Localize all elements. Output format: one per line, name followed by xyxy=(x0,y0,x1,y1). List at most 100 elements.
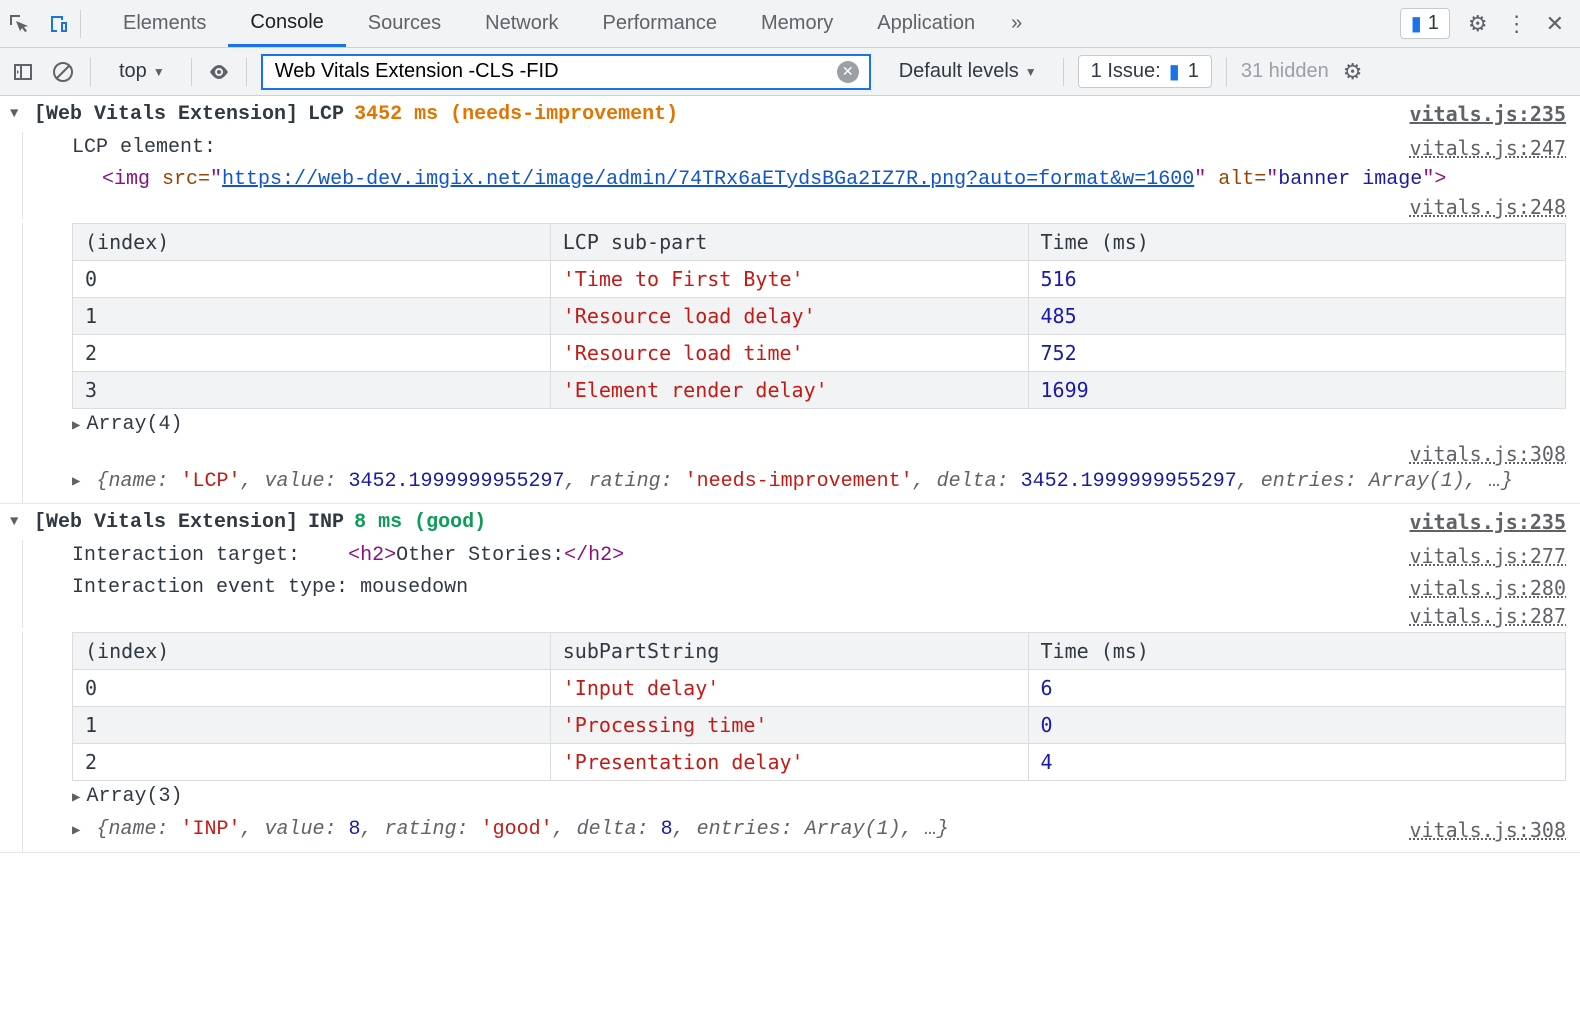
lcp-img-alt: banner image xyxy=(1278,168,1422,191)
th-subpart[interactable]: subPartString xyxy=(550,633,1028,670)
table-row: 0'Input delay'6 xyxy=(73,670,1566,707)
th-subpart[interactable]: LCP sub-part xyxy=(550,224,1028,261)
log-entry-table-src-inp: vitals.js:287 xyxy=(0,604,1580,628)
log-label: LCP element: xyxy=(72,136,216,159)
expand-arrow-icon[interactable]: ▶ xyxy=(72,418,80,434)
messages-badge[interactable]: ▮ 1 xyxy=(1400,8,1450,39)
group-metric-value: 8 ms (good) xyxy=(354,511,486,534)
issues-count: 1 xyxy=(1188,60,1199,83)
chat-icon: ▮ xyxy=(1169,59,1180,84)
log-entry-lcp-object[interactable]: ▶ {name: 'LCP', value: 3452.199999995529… xyxy=(0,466,1580,503)
chevron-down-icon: ▼ xyxy=(1025,65,1037,79)
inspect-icon[interactable] xyxy=(6,12,32,36)
disclosure-triangle-icon[interactable]: ▼ xyxy=(10,106,24,122)
hidden-count[interactable]: 31 hidden xyxy=(1241,60,1329,83)
source-link[interactable]: vitals.js:280 xyxy=(1409,576,1566,600)
th-time[interactable]: Time (ms) xyxy=(1028,224,1566,261)
source-link[interactable]: vitals.js:308 xyxy=(1409,818,1566,842)
console-settings-icon[interactable]: ⚙ xyxy=(1343,59,1363,85)
tab-elements[interactable]: Elements xyxy=(101,0,228,47)
group-header-lcp[interactable]: ▼ [Web Vitals Extension] LCP 3452 ms (ne… xyxy=(0,96,1580,132)
tab-performance[interactable]: Performance xyxy=(581,0,740,47)
context-selector-label: top xyxy=(119,60,147,83)
array-collapsed[interactable]: ▶Array(4) xyxy=(72,413,1566,436)
issues-prefix: 1 Issue: xyxy=(1091,60,1161,83)
tab-network[interactable]: Network xyxy=(463,0,580,47)
table-row: 2'Resource load time'752 xyxy=(73,335,1566,372)
group-header-inp[interactable]: ▼ [Web Vitals Extension] INP 8 ms (good)… xyxy=(0,504,1580,540)
th-index[interactable]: (index) xyxy=(73,224,551,261)
chevron-down-icon: ▼ xyxy=(153,65,165,79)
log-entry-event-type: Interaction event type: mousedown vitals… xyxy=(0,572,1580,604)
source-link[interactable]: vitals.js:308 xyxy=(1409,442,1566,466)
table-row: 1'Resource load delay'485 xyxy=(73,298,1566,335)
group-metric: LCP xyxy=(308,103,344,126)
disclosure-triangle-icon[interactable]: ▼ xyxy=(10,514,24,530)
divider xyxy=(1226,58,1227,86)
clear-console-icon[interactable] xyxy=(50,60,76,84)
log-text: Interaction event type: mousedown xyxy=(72,576,1399,599)
chat-icon: ▮ xyxy=(1411,11,1422,36)
source-link[interactable]: vitals.js:287 xyxy=(1409,604,1566,628)
source-link[interactable]: vitals.js:247 xyxy=(1409,136,1566,160)
console-toolbar: top ▼ ✕ Default levels ▼ 1 Issue: ▮ 1 31… xyxy=(0,48,1580,96)
lcp-table-container: (index) LCP sub-part Time (ms) 0'Time to… xyxy=(0,223,1580,442)
issues-button[interactable]: 1 Issue: ▮ 1 xyxy=(1078,55,1212,88)
live-expression-icon[interactable] xyxy=(206,60,232,84)
panel-tabs: Elements Console Sources Network Perform… xyxy=(101,0,1036,47)
settings-icon[interactable]: ⚙ xyxy=(1468,11,1488,37)
divider xyxy=(80,10,81,38)
divider xyxy=(246,58,247,86)
tabstrip-right: ▮ 1 ⚙ ⋮ ✕ xyxy=(1400,8,1574,39)
more-icon[interactable]: ⋮ xyxy=(1506,11,1528,37)
group-metric-value: 3452 ms (needs-improvement) xyxy=(354,103,678,126)
table-row: 2'Presentation delay'4 xyxy=(73,744,1566,781)
source-link[interactable]: vitals.js:235 xyxy=(1409,510,1566,534)
group-prefix: [Web Vitals Extension] xyxy=(34,511,298,534)
log-levels-selector[interactable]: Default levels ▼ xyxy=(885,55,1049,89)
tab-sources[interactable]: Sources xyxy=(346,0,463,47)
source-link[interactable]: vitals.js:277 xyxy=(1409,544,1566,568)
group-metric: INP xyxy=(308,511,344,534)
divider xyxy=(1063,58,1064,86)
close-devtools-icon[interactable]: ✕ xyxy=(1546,11,1564,37)
table-row: 1'Processing time'0 xyxy=(73,707,1566,744)
divider xyxy=(191,58,192,86)
log-entry-interaction-target: Interaction target: <h2>Other Stories:</… xyxy=(0,540,1580,572)
device-toggle-icon[interactable] xyxy=(46,12,72,36)
tab-overflow[interactable]: » xyxy=(997,0,1036,47)
object-preview: {name: 'INP', value: 8, rating: 'good', … xyxy=(96,818,1399,841)
group-inp: ▼ [Web Vitals Extension] INP 8 ms (good)… xyxy=(0,504,1580,853)
sidebar-toggle-icon[interactable] xyxy=(10,60,36,84)
tabstrip-left-icons xyxy=(6,12,80,36)
expand-arrow-icon[interactable]: ▶ xyxy=(72,822,80,839)
context-selector[interactable]: top ▼ xyxy=(105,55,177,89)
log-entry-inp-object[interactable]: ▶ {name: 'INP', value: 8, rating: 'good'… xyxy=(0,814,1580,852)
th-time[interactable]: Time (ms) xyxy=(1028,633,1566,670)
clear-filter-icon[interactable]: ✕ xyxy=(837,61,859,83)
messages-count: 1 xyxy=(1428,12,1439,35)
lcp-table: (index) LCP sub-part Time (ms) 0'Time to… xyxy=(72,223,1566,409)
console-output: ▼ [Web Vitals Extension] LCP 3452 ms (ne… xyxy=(0,96,1580,853)
th-index[interactable]: (index) xyxy=(73,633,551,670)
divider xyxy=(90,58,91,86)
filter-input-container: ✕ xyxy=(261,54,871,90)
lcp-img-src[interactable]: https://web-dev.imgix.net/image/admin/74… xyxy=(222,168,1194,191)
group-prefix: [Web Vitals Extension] xyxy=(34,103,298,126)
tab-application[interactable]: Application xyxy=(855,0,997,47)
html-preview[interactable]: <img src="https://web-dev.imgix.net/imag… xyxy=(72,168,1566,191)
object-preview: {name: 'LCP', value: 3452.1999999955297,… xyxy=(96,470,1566,493)
tab-console[interactable]: Console xyxy=(228,0,345,47)
source-link[interactable]: vitals.js:235 xyxy=(1409,102,1566,126)
expand-arrow-icon[interactable]: ▶ xyxy=(72,473,80,490)
log-entry-table-src: vitals.js:248 xyxy=(0,195,1580,219)
table-row: 3'Element render delay'1699 xyxy=(73,372,1566,409)
log-entry-lcp-element: LCP element: vitals.js:247 xyxy=(0,132,1580,164)
array-collapsed[interactable]: ▶Array(3) xyxy=(72,785,1566,808)
log-levels-label: Default levels xyxy=(899,60,1019,83)
tab-memory[interactable]: Memory xyxy=(739,0,855,47)
filter-input[interactable] xyxy=(273,59,829,84)
source-link[interactable]: vitals.js:248 xyxy=(1409,195,1566,219)
inp-table-container: (index) subPartString Time (ms) 0'Input … xyxy=(0,632,1580,814)
expand-arrow-icon[interactable]: ▶ xyxy=(72,790,80,806)
